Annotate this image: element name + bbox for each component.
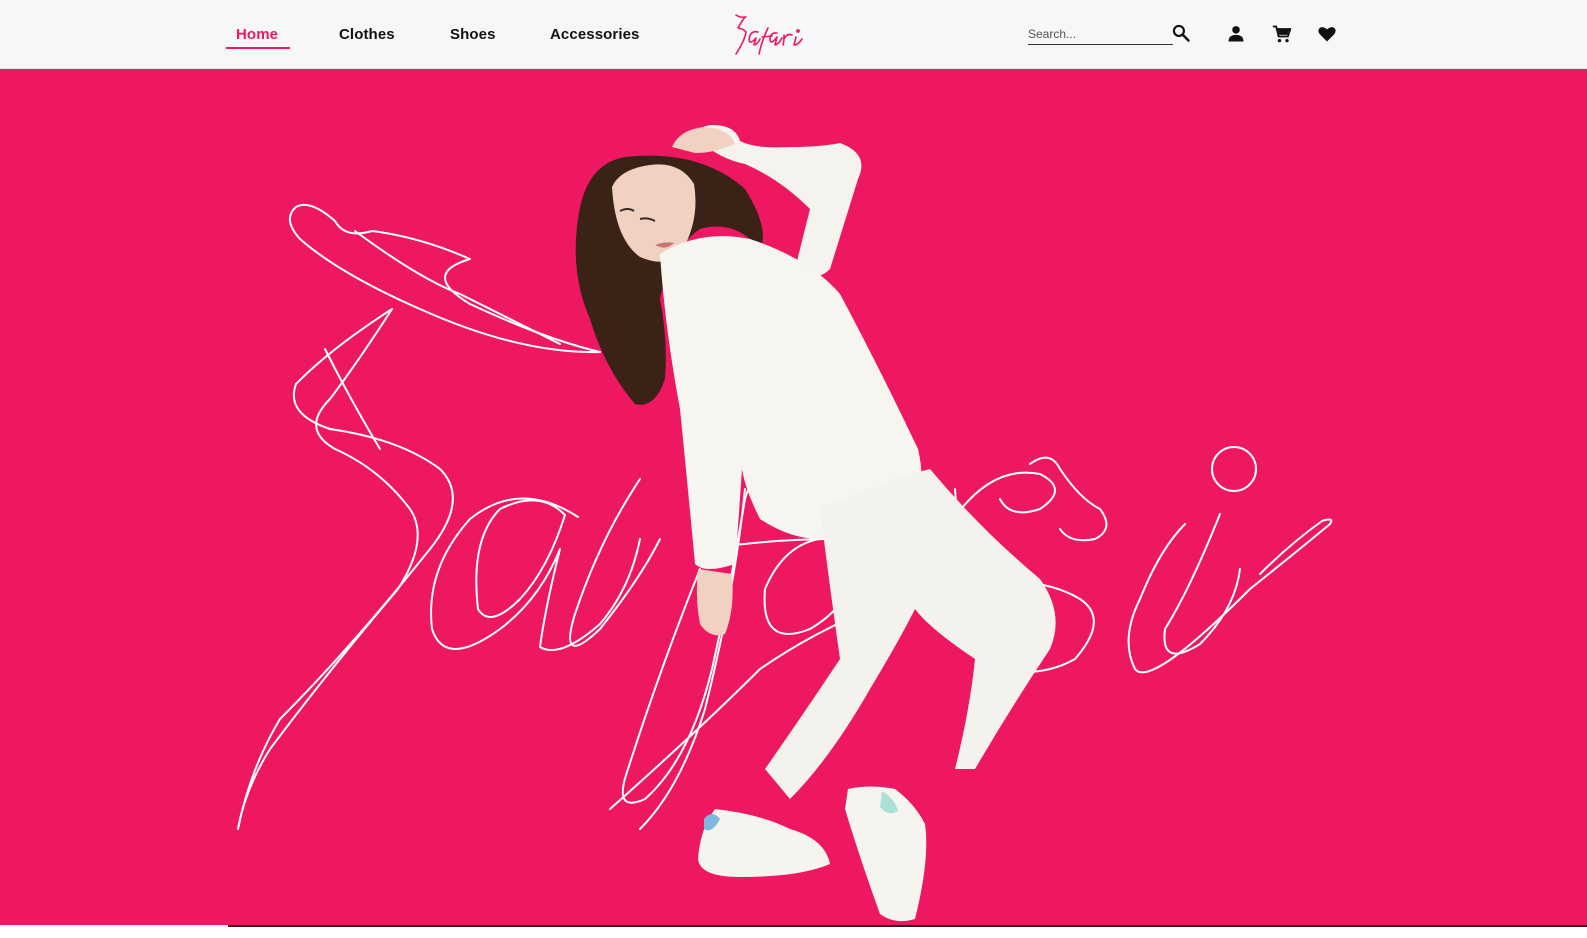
bottom-edge: [0, 925, 1587, 938]
hero-banner: [0, 69, 1587, 925]
nav-link-accessories[interactable]: Accessories: [550, 26, 640, 43]
hero-model-image: [575, 124, 1056, 922]
nav-link-shoes[interactable]: Shoes: [450, 26, 496, 43]
nav-link-home[interactable]: Home: [236, 26, 278, 43]
cart-icon[interactable]: [1272, 24, 1292, 44]
search-input[interactable]: [1028, 22, 1173, 44]
active-nav-underline: [226, 47, 290, 49]
user-icon[interactable]: [1226, 24, 1246, 44]
search-field[interactable]: [1028, 22, 1173, 45]
search-icon[interactable]: [1171, 23, 1191, 43]
heart-icon[interactable]: [1317, 24, 1337, 44]
site-logo[interactable]: [732, 12, 808, 58]
top-navbar: Home Clothes Shoes Accessories: [0, 0, 1587, 69]
nav-link-clothes[interactable]: Clothes: [339, 26, 395, 43]
